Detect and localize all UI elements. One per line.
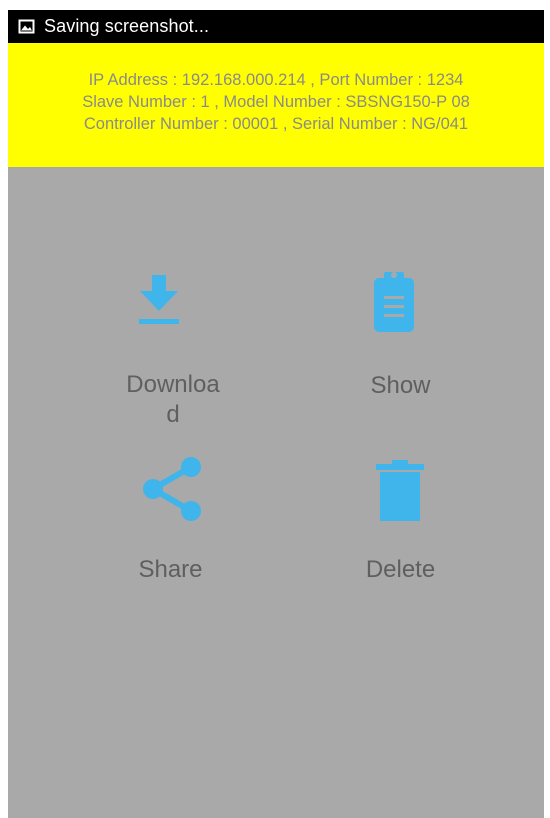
share-label: Share [138, 556, 203, 583]
share-button[interactable]: Share [113, 450, 228, 600]
delete-label: Delete [365, 556, 436, 583]
device-info-line: IP Address : 192.168.000.214 , Port Numb… [88, 71, 464, 89]
status-bar: Saving screenshot... [8, 10, 544, 43]
download-icon [137, 275, 181, 332]
device-info-line: Slave Number : 1 , Model Number : SBSNG1… [82, 93, 470, 111]
trash-icon [374, 458, 426, 527]
clipboard-icon [371, 268, 417, 339]
download-label-line: d [166, 401, 180, 428]
show-label: Show [370, 372, 431, 399]
download-button[interactable]: Downloa d [98, 260, 248, 445]
image-icon [18, 19, 35, 34]
show-button[interactable]: Show [328, 260, 473, 400]
app-screen: Saving screenshot... IP Address : 192.16… [8, 10, 544, 818]
device-info-banner: IP Address : 192.168.000.214 , Port Numb… [8, 43, 544, 167]
share-icon [139, 455, 203, 528]
status-text: Saving screenshot... [44, 16, 210, 36]
download-label-line: Downloa [126, 371, 220, 398]
download-label: Downloa d [98, 370, 248, 430]
device-info-line: Controller Number : 00001 , Serial Numbe… [83, 115, 469, 133]
delete-button[interactable]: Delete [348, 450, 453, 600]
